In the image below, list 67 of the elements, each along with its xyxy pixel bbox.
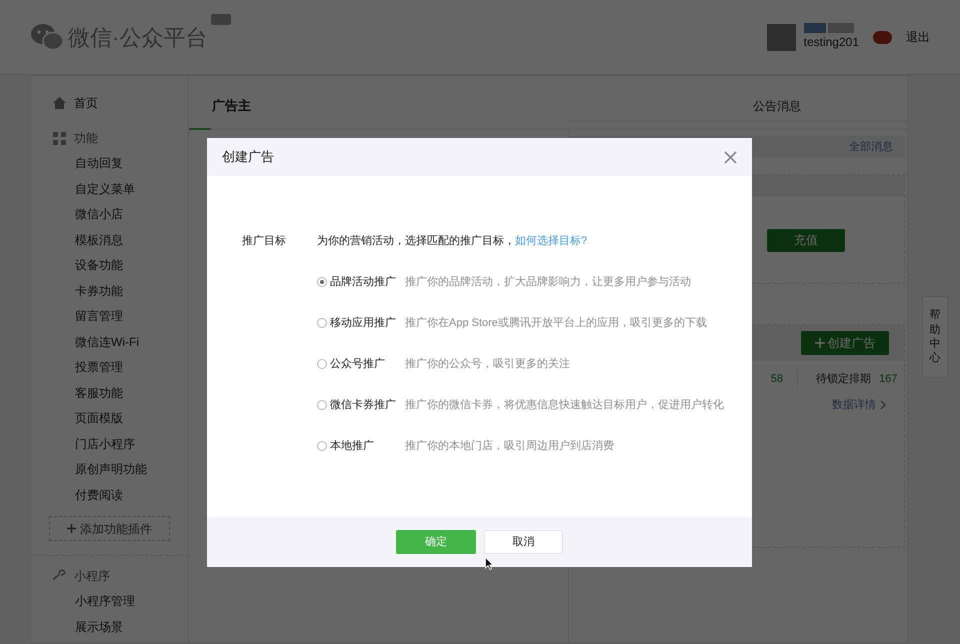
- avatar-placeholder: [766, 24, 796, 50]
- help-center-tab[interactable]: 帮助中心: [922, 296, 948, 378]
- sidebar-item[interactable]: 卡券功能: [31, 278, 188, 304]
- stat-value: 167: [879, 372, 898, 387]
- sidebar-item[interactable]: 原创声明功能: [31, 457, 188, 482]
- sidebar-item[interactable]: 投票管理: [31, 355, 188, 380]
- help-link[interactable]: 如何选择目标?: [515, 232, 588, 250]
- link-icon: [53, 569, 66, 582]
- sidebar-item[interactable]: 付费阅读: [31, 482, 188, 508]
- page-title: 广告主: [212, 98, 251, 113]
- option-description: 推广你的微信卡券，将优惠信息快速触达目标用户，促进用户转化: [405, 398, 724, 413]
- data-details-link[interactable]: 数据详情: [832, 397, 876, 414]
- notification-icon[interactable]: [873, 30, 892, 44]
- sidebar-item[interactable]: 页面模版: [31, 406, 188, 432]
- chat-bubbles-icon: [30, 23, 64, 51]
- sidebar-item[interactable]: 模板消息: [31, 228, 188, 253]
- chevron-right-icon: [880, 400, 886, 410]
- sidebar-item[interactable]: 自定义菜单: [31, 176, 188, 202]
- sidebar-item[interactable]: 微信连Wi-Fi: [31, 330, 188, 355]
- sidebar-item[interactable]: 首页: [74, 94, 98, 112]
- stat-value: 58: [770, 372, 783, 387]
- confirm-button[interactable]: 确定: [396, 530, 476, 554]
- option-label[interactable]: 公众号推广: [330, 356, 405, 372]
- create-ad-button[interactable]: 创建广告: [801, 331, 889, 355]
- radio-button[interactable]: [317, 441, 327, 451]
- tab[interactable]: 公告消息: [753, 96, 801, 114]
- radio-button[interactable]: [317, 277, 327, 287]
- logout-link[interactable]: 退出: [906, 28, 930, 46]
- sidebar-item[interactable]: 设备功能: [31, 253, 188, 278]
- option-description: 推广你的公众号，吸引更多的关注: [405, 356, 570, 372]
- intro-text: 为你的营销活动，选择匹配的推广目标，: [317, 234, 515, 249]
- tab-indicator: [189, 128, 211, 130]
- recharge-button[interactable]: 充值: [767, 228, 845, 252]
- sidebar-item[interactable]: 客服功能: [31, 380, 188, 406]
- cancel-button[interactable]: 取消: [484, 530, 563, 554]
- sidebar-item[interactable]: 留言管理: [31, 304, 188, 330]
- sidebar-item[interactable]: 门店小程序: [31, 432, 188, 457]
- close-icon[interactable]: [724, 150, 737, 164]
- radio-button[interactable]: [317, 400, 327, 410]
- option-description: 推广你的品牌活动，扩大品牌影响力，让更多用户参与活动: [405, 274, 691, 290]
- section-heading: 小程序: [74, 568, 110, 584]
- username[interactable]: testing201: [804, 33, 859, 51]
- option-label[interactable]: 移动应用推广: [330, 314, 405, 332]
- house-icon: [53, 97, 66, 109]
- section-heading: 功能: [74, 130, 98, 147]
- all-messages-link[interactable]: 全部消息: [849, 138, 893, 156]
- option-description: 推广你在App Store或腾讯开放平台上的应用，吸引更多的下载: [405, 316, 707, 331]
- account-badge: [804, 23, 826, 33]
- dialog-title: 创建广告: [222, 148, 274, 166]
- verify-badge: [828, 23, 854, 33]
- option-label[interactable]: 微信卡券推广: [330, 396, 405, 414]
- sidebar-item[interactable]: 微信小店: [31, 202, 188, 228]
- plus-icon: [67, 524, 76, 533]
- stat-label: 待锁定排期: [816, 372, 871, 387]
- option-description: 推广你的本地门店，吸引周边用户到店消费: [405, 438, 614, 454]
- grid-icon: [53, 132, 66, 144]
- radio-button[interactable]: [317, 318, 327, 328]
- plus-icon: [814, 338, 824, 348]
- sidebar-item[interactable]: 自动回复: [31, 151, 188, 176]
- field-label: 推广目标: [242, 234, 287, 249]
- sidebar-item[interactable]: 展示场景: [31, 614, 188, 640]
- option-label[interactable]: 品牌活动推广: [330, 274, 405, 290]
- sidebar-item[interactable]: 小程序管理: [31, 589, 188, 614]
- add-plugin-button[interactable]: 添加功能插件: [49, 516, 170, 541]
- beta-badge: [211, 14, 232, 25]
- radio-button[interactable]: [317, 359, 327, 369]
- option-label[interactable]: 本地推广: [330, 438, 405, 454]
